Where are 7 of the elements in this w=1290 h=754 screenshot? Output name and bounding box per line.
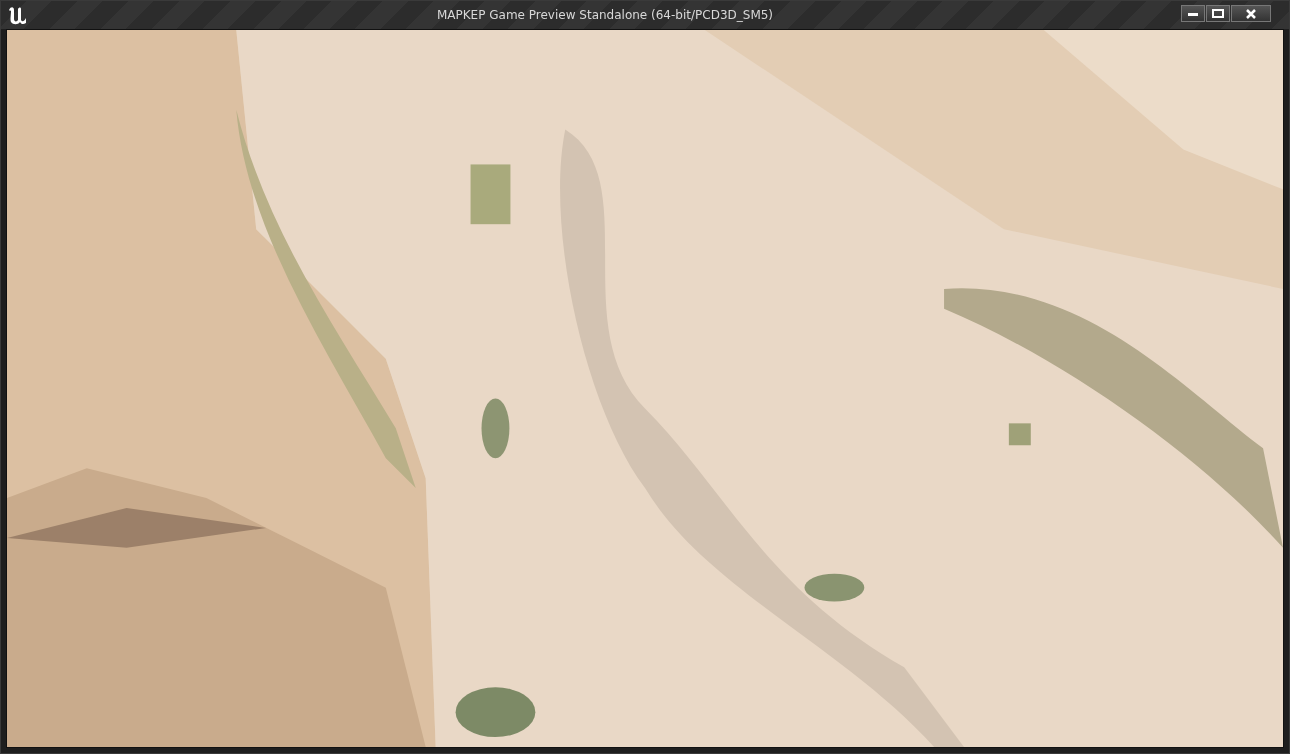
close-button[interactable] [1231,5,1271,22]
maximize-icon [1212,9,1224,18]
window-title: MAPKEP Game Preview Standalone (64-bit/PCD3D_SM5) [435,8,775,22]
minimize-button[interactable] [1181,5,1205,22]
close-icon [1246,8,1256,19]
minimize-icon [1188,11,1198,16]
maximize-button[interactable] [1206,5,1230,22]
